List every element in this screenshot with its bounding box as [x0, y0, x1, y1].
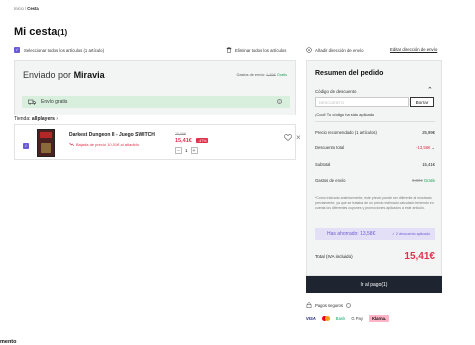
store-label: Tienda:	[14, 116, 31, 122]
discount-value-wrap: -13,58€ ⌄	[416, 145, 435, 150]
price-note: *Como indicado anteriormente, este preci…	[315, 196, 434, 210]
product-name[interactable]: Darkest Dungeon II - Juego SWITCH	[69, 132, 155, 138]
order-summary: Resumen del pedido Código de descuento ⌃…	[306, 60, 442, 276]
divider	[315, 121, 435, 122]
page-title-count: (1)	[57, 28, 68, 37]
price-drop-note: Bajada de precio 10,01€ al añadirlo	[69, 142, 139, 147]
checkbox-icon[interactable]: ✓	[14, 47, 20, 53]
location-icon	[306, 47, 312, 53]
add-address-button[interactable]: Añadir dirección de envío	[306, 47, 364, 53]
shipping-title: Enviado por Miravia	[23, 70, 105, 80]
recommended-value: 25,99€	[422, 130, 435, 135]
select-all-checkbox[interactable]: ✓ Seleccionar todos los artículos (1 art…	[14, 47, 104, 53]
store-link[interactable]: Tienda: allplayers ›	[14, 116, 58, 122]
breadcrumb-current: Cesta	[27, 6, 39, 11]
arrow-down-icon	[69, 142, 74, 147]
chevron-right-icon: ›	[56, 116, 59, 122]
truck-icon	[28, 99, 36, 105]
subtotal-row: Subtotal 15,41€	[315, 162, 435, 167]
store-name: allplayers	[31, 116, 55, 122]
shipping-old: 0,89€	[412, 178, 423, 183]
increase-button[interactable]: +	[190, 147, 198, 154]
shipping-cost-free: Gratis	[276, 73, 287, 77]
saved-label: Has ahorrado: 13,58€	[327, 231, 376, 237]
code-applied-message: ¡Cool! Tu código ha sido aplicado	[315, 112, 375, 117]
shipping-cost-label: Gastos de envío:	[236, 73, 266, 77]
checkout-button[interactable]: Ir al pago(1)	[306, 276, 442, 293]
visa-logo: VISA	[306, 316, 316, 321]
secure-label: Pagos seguros	[315, 302, 343, 308]
total-row: Total (IVA incluido) 15,41€	[315, 251, 435, 262]
secure-payments: Pagos seguros	[306, 302, 351, 308]
price-drop-text: Bajada de precio 10,01€ al añadirlo	[76, 142, 139, 147]
breadcrumb-home[interactable]: Inicio	[14, 6, 24, 11]
cut-off-text: mento	[0, 339, 17, 345]
total-label: Total (IVA incluido)	[315, 254, 353, 259]
payment-logos: VISA Bank G Pay Klarna.	[306, 315, 390, 322]
saved-badge: ✓ 2 descuento aplicado	[392, 232, 430, 236]
shipping-cost: Gastos de envío: 0,89€ Gratis	[237, 73, 288, 77]
free-shipping-label: Envío gratis	[41, 99, 68, 105]
quantity-value: 1	[185, 148, 188, 153]
summary-title: Resumen del pedido	[315, 70, 384, 77]
info-icon[interactable]: i	[277, 99, 282, 104]
total-discount-row[interactable]: Descuento total -13,58€ ⌄	[315, 145, 435, 150]
discount-badge: -47%	[196, 138, 209, 143]
close-icon[interactable]: ×	[296, 133, 301, 142]
shipping-brand: Miravia	[73, 70, 105, 80]
page-title-text: Mi cesta	[14, 26, 58, 38]
add-address-label: Añadir dirección de envío	[315, 47, 364, 53]
shipping-title-prefix: Enviado por	[23, 70, 72, 80]
total-value: 15,41€	[404, 251, 435, 262]
heart-icon[interactable]	[284, 134, 292, 141]
shipping-row: Gastos de envío 0,89€ Gratis	[315, 178, 435, 183]
info-icon[interactable]	[345, 302, 351, 308]
shipping-free: Gratis	[423, 178, 435, 183]
free-shipping-banner: Envío gratis i	[22, 96, 290, 108]
discount-label: Descuento total	[315, 145, 345, 150]
gpay-logo: G Pay	[351, 316, 363, 321]
breadcrumb: Inicio / Cesta	[14, 6, 39, 11]
discount-value: -13,58€	[416, 145, 431, 150]
discount-code-label: Código de descuento	[315, 89, 357, 94]
shipping-value-wrap: 0,89€ Gratis	[412, 178, 435, 183]
bank-logo: Bank	[335, 316, 346, 321]
page-title: Mi cesta(1)	[14, 26, 67, 38]
chevron-down-icon[interactable]: ⌄	[431, 145, 435, 150]
recommended-price-row: Precio recomendado (1 artículos) 25,99€	[315, 130, 435, 135]
subtotal-value: 15,41€	[422, 162, 435, 167]
delete-all-label: Eliminar todos los artículos	[235, 47, 287, 53]
chevron-up-icon[interactable]: ⌃	[427, 86, 433, 94]
item-checkbox[interactable]: ✓	[23, 143, 29, 149]
shipping-cost-old: 0,89€	[266, 73, 276, 77]
clear-code-button[interactable]: Borrar	[410, 97, 434, 107]
quantity-stepper: − 1 +	[175, 147, 198, 154]
mastercard-logo	[321, 316, 330, 321]
recommended-label: Precio recomendado (1 artículos)	[315, 130, 377, 135]
klarna-logo: Klarna.	[368, 315, 390, 322]
current-price: 15,41€	[175, 138, 192, 144]
product-image[interactable]	[37, 129, 55, 157]
trash-icon	[226, 47, 232, 53]
delete-all-button[interactable]: Eliminar todos los artículos	[226, 47, 286, 53]
subtotal-label: Subtotal	[315, 162, 331, 167]
discount-code-input[interactable]: DESCUENTO	[315, 97, 409, 107]
breadcrumb-separator: /	[24, 6, 27, 11]
edit-address-link[interactable]: Editar dirección de envío	[390, 47, 437, 52]
savings-banner: Has ahorrado: 13,58€ ✓ 2 descuento aplic…	[315, 228, 435, 240]
select-all-label: Seleccionar todos los artículos (1 artíc…	[24, 47, 105, 53]
decrease-button[interactable]: −	[175, 147, 182, 154]
lock-icon	[306, 302, 312, 308]
shipping-label: Gastos de envío	[315, 178, 346, 183]
old-price: 25,99€	[175, 132, 186, 136]
cart-item: ✓ Darkest Dungeon II - Juego SWITCH Baja…	[14, 124, 301, 160]
